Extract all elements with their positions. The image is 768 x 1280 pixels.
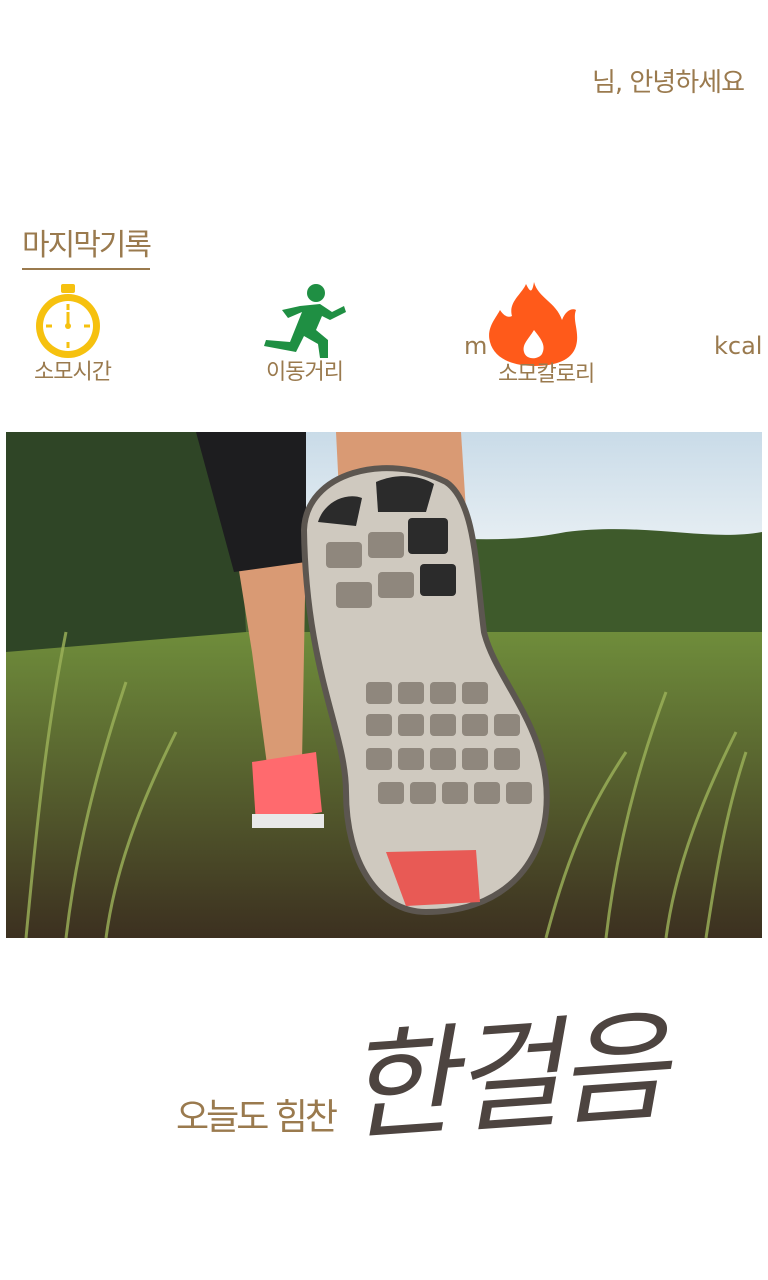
- calorie-unit: kcal: [714, 332, 763, 360]
- runner-icon: [264, 284, 346, 358]
- slogan-small: 오늘도 힘찬: [176, 1097, 338, 1138]
- photo-scene: [6, 432, 762, 938]
- distance-label: 이동거리: [266, 360, 344, 385]
- stopwatch-icon: [36, 284, 100, 358]
- distance-unit: m: [464, 332, 488, 360]
- slogan-big: 한걸음: [340, 998, 669, 1159]
- fire-icon: [489, 282, 578, 366]
- greeting-text: 님, 안녕하세요: [591, 68, 745, 98]
- section-title-last-record: 마지막기록: [22, 220, 152, 270]
- calorie-label: 소모칼로리: [498, 362, 595, 387]
- time-label: 소모시간: [34, 360, 112, 385]
- running-shoe-photo: [6, 432, 762, 938]
